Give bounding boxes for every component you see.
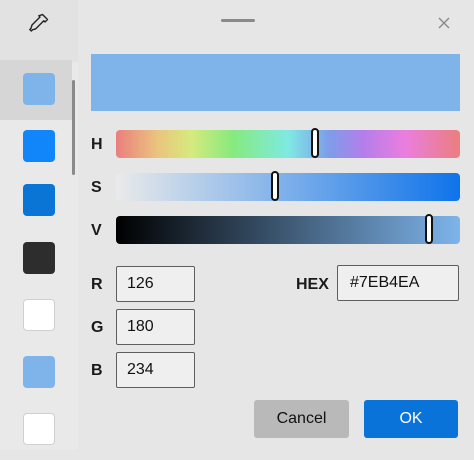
red-input[interactable] [116, 266, 195, 302]
hue-label: H [91, 136, 103, 153]
palette-scrollbar[interactable] [72, 80, 75, 175]
palette-panel [0, 0, 78, 450]
ok-button[interactable]: OK [364, 400, 458, 438]
hue-slider-thumb[interactable] [311, 128, 319, 158]
palette-swatch[interactable] [23, 242, 55, 274]
saturation-slider[interactable] [116, 171, 460, 201]
hex-label: HEX [296, 276, 329, 293]
value-slider-thumb[interactable] [425, 214, 433, 244]
palette-swatch-row[interactable] [0, 400, 72, 460]
palette-swatch-row[interactable] [0, 343, 72, 403]
palette-swatch[interactable] [23, 184, 55, 216]
saturation-label: S [91, 179, 102, 196]
palette-swatch[interactable] [23, 413, 55, 445]
eyedropper-icon [29, 13, 49, 32]
palette-swatch-row[interactable] [0, 60, 72, 120]
drag-handle[interactable] [221, 19, 255, 22]
hex-input[interactable] [337, 265, 459, 301]
palette-swatch-row[interactable] [0, 286, 72, 346]
blue-label: B [91, 362, 103, 379]
palette-swatch-row[interactable] [0, 117, 72, 177]
palette-swatch-row[interactable] [0, 171, 72, 231]
palette-swatch-row[interactable] [0, 229, 72, 289]
palette-swatch[interactable] [23, 73, 55, 105]
red-label: R [91, 276, 103, 293]
value-label: V [91, 222, 102, 239]
saturation-slider-thumb[interactable] [271, 171, 279, 201]
palette-swatch[interactable] [23, 130, 55, 162]
value-slider[interactable] [116, 214, 460, 244]
cancel-button[interactable]: Cancel [254, 400, 349, 438]
green-label: G [91, 319, 104, 336]
color-picker-dialog: H S V R G B HEX Cancel OK [0, 0, 474, 450]
blue-input[interactable] [116, 352, 195, 388]
hue-slider[interactable] [116, 128, 460, 158]
color-preview [91, 54, 460, 111]
palette-swatch[interactable] [23, 356, 55, 388]
close-icon[interactable] [432, 11, 456, 35]
eyedropper-button[interactable] [0, 0, 78, 62]
green-input[interactable] [116, 309, 195, 345]
palette-swatch[interactable] [23, 299, 55, 331]
